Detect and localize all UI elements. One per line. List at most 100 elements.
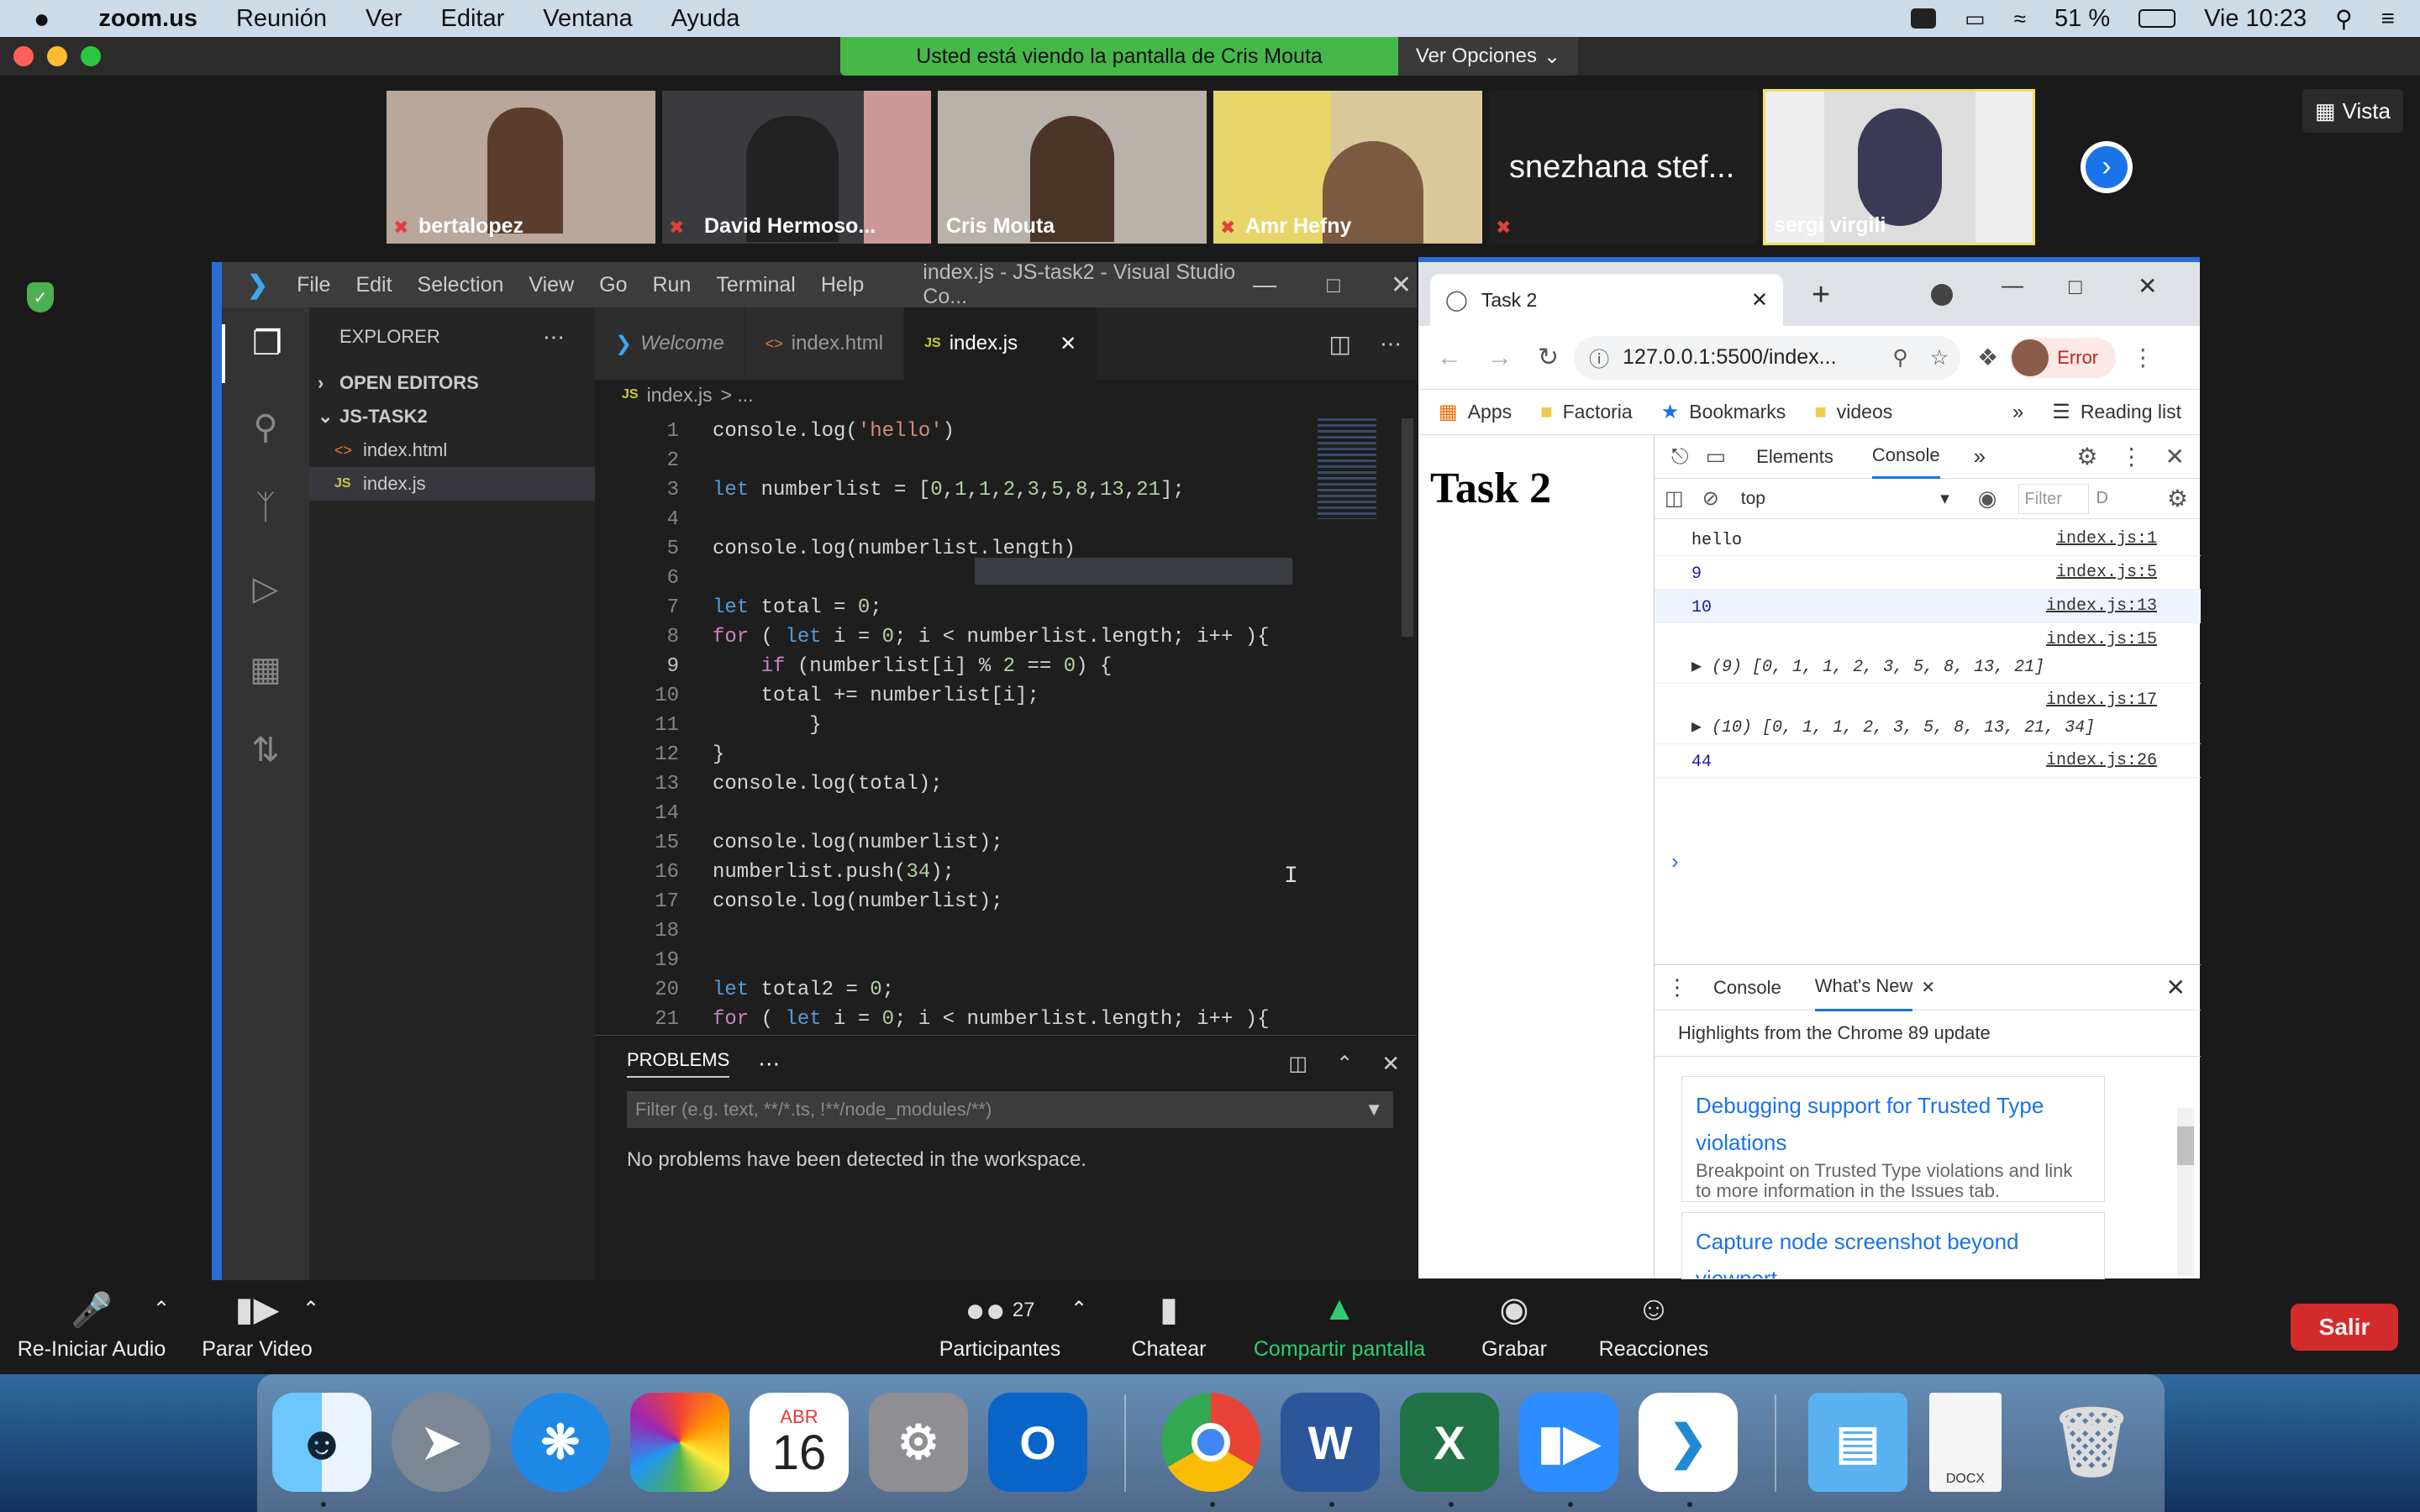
system-preferences-icon[interactable]: ⚙ bbox=[869, 1393, 968, 1492]
extensions-icon[interactable]: ▦ bbox=[222, 650, 309, 689]
minimize-window-button[interactable] bbox=[47, 46, 67, 66]
participant-tile[interactable]: snezhana stef... ✖ bbox=[1489, 91, 1758, 244]
participant-tile[interactable]: Cris Mouta bbox=[938, 91, 1207, 244]
devtools-menu-icon[interactable]: ⋮ bbox=[2120, 443, 2144, 470]
code-line[interactable]: console.log('hello') bbox=[713, 420, 955, 443]
more-tabs-icon[interactable]: » bbox=[1974, 444, 1986, 470]
code-line[interactable]: } bbox=[713, 714, 821, 737]
bookmark-videos[interactable]: videos bbox=[1837, 401, 1892, 423]
tab-elements[interactable]: Elements bbox=[1756, 446, 1833, 468]
downloads-folder-icon[interactable]: ▤ bbox=[1808, 1393, 1907, 1492]
bookmark-star-icon[interactable]: ☆ bbox=[1930, 345, 1949, 370]
close-window-button[interactable] bbox=[13, 46, 34, 66]
editor-scrollbar[interactable] bbox=[1402, 418, 1413, 637]
security-shield-icon[interactable]: ✓ bbox=[27, 282, 54, 312]
explorer-icon[interactable]: ❐ bbox=[222, 324, 309, 383]
battery-icon[interactable] bbox=[2139, 9, 2176, 28]
participant-tile[interactable]: ✖ David Hermoso... bbox=[662, 91, 931, 244]
vscode-menu-file[interactable]: File bbox=[297, 273, 330, 297]
vscode-menu-selection[interactable]: Selection bbox=[418, 273, 504, 297]
calendar-icon[interactable]: ABR 16 bbox=[750, 1393, 849, 1492]
whats-new-card[interactable]: Debugging support for Trusted Type viola… bbox=[1681, 1076, 2105, 1202]
menu-app-name[interactable]: zoom.us bbox=[98, 5, 197, 33]
info-icon[interactable]: ⓘ bbox=[1589, 343, 1609, 372]
zoom-app-icon[interactable]: ▮▶ bbox=[1519, 1393, 1618, 1492]
console-filter-input[interactable]: Filter bbox=[2018, 483, 2090, 514]
menu-reunion[interactable]: Reunión bbox=[236, 5, 327, 33]
back-icon[interactable]: ← bbox=[1437, 344, 1462, 372]
share-screen-button[interactable]: ▲ Compartir pantalla bbox=[1244, 1290, 1435, 1362]
participants-button[interactable]: ●● 27 Participantes bbox=[929, 1290, 1071, 1362]
drawer-tab-console[interactable]: Console bbox=[1713, 977, 1781, 999]
maximize-icon[interactable]: □ bbox=[1327, 272, 1340, 298]
collapse-panel-icon[interactable]: ◫ bbox=[1288, 1052, 1307, 1076]
leave-button[interactable]: Salir bbox=[2291, 1304, 2398, 1351]
chevron-up-icon[interactable]: ⌃ bbox=[1071, 1297, 1087, 1321]
code-line[interactable]: let total2 = 0; bbox=[713, 979, 894, 1001]
vista-button[interactable]: ▦ Vista bbox=[2302, 89, 2403, 133]
console-source-link[interactable]: index.js:17 bbox=[2046, 690, 2157, 710]
tab-index-html[interactable]: <> index.html bbox=[744, 307, 905, 380]
zoom-status-icon[interactable] bbox=[1911, 8, 1937, 29]
drawer-menu-icon[interactable]: ⋮ bbox=[1666, 974, 1688, 1000]
menu-ventana[interactable]: Ventana bbox=[543, 5, 632, 33]
trash-icon[interactable]: 🗑 bbox=[2042, 1393, 2141, 1492]
extensions-icon[interactable]: ❖ bbox=[1977, 344, 1998, 371]
drawer-scrollbar[interactable] bbox=[2177, 1108, 2194, 1276]
docx-file-icon[interactable]: DOCX bbox=[1929, 1393, 2002, 1492]
open-editors-section[interactable]: › OPEN EDITORS bbox=[309, 366, 595, 400]
code-line[interactable]: console.log(numberlist); bbox=[713, 832, 1003, 854]
code-line[interactable]: console.log(numberlist.length) bbox=[713, 538, 1076, 560]
problems-tab[interactable]: PROBLEMS bbox=[627, 1049, 730, 1078]
card-title[interactable]: Capture node screenshot beyond viewport bbox=[1696, 1223, 2091, 1278]
maximize-icon[interactable]: □ bbox=[2069, 274, 2082, 300]
code-line[interactable]: numberlist.push(34); bbox=[713, 861, 955, 884]
excel-icon[interactable]: X bbox=[1400, 1393, 1499, 1492]
console-source-link[interactable]: index.js:1 bbox=[2056, 529, 2157, 549]
scrollbar-thumb[interactable] bbox=[2177, 1126, 2194, 1165]
vscode-menu-terminal[interactable]: Terminal bbox=[716, 273, 795, 297]
close-tab-icon[interactable]: ✕ bbox=[1751, 288, 1768, 312]
tab-index-js[interactable]: JS index.js ✕ bbox=[904, 307, 1098, 380]
code-line[interactable]: total += numberlist[i]; bbox=[713, 685, 1039, 707]
run-debug-icon[interactable]: ▷ bbox=[222, 570, 309, 608]
word-icon[interactable]: W bbox=[1281, 1393, 1380, 1492]
new-tab-icon[interactable]: + bbox=[1812, 277, 1830, 313]
chrome-menu-icon[interactable]: ⋮ bbox=[2131, 344, 2154, 371]
vscode-menu-go[interactable]: Go bbox=[599, 273, 627, 297]
apple-icon[interactable]: ● bbox=[34, 3, 50, 34]
apps-grid-icon[interactable]: ▦ bbox=[1439, 400, 1458, 424]
code-line[interactable]: let numberlist = [0,1,1,2,3,5,8,13,21]; bbox=[713, 479, 1185, 501]
launchpad-icon[interactable]: ➤ bbox=[392, 1393, 491, 1492]
minimap[interactable] bbox=[1318, 418, 1376, 519]
tab-console[interactable]: Console bbox=[1871, 434, 1940, 479]
breadcrumb-file[interactable]: index.js bbox=[647, 384, 713, 407]
clear-console-icon[interactable]: ⊘ bbox=[1702, 486, 1719, 511]
problems-filter[interactable]: Filter (e.g. text, **/*.ts, !**/node_mod… bbox=[627, 1091, 1393, 1128]
reload-icon[interactable]: ↻ bbox=[1538, 343, 1559, 372]
profile-error-button[interactable]: Error bbox=[2010, 337, 2117, 378]
audio-button[interactable]: 🎤 Re-Iniciar Audio bbox=[12, 1290, 171, 1362]
minimize-icon[interactable]: — bbox=[2002, 272, 2023, 298]
chevron-up-icon[interactable]: ⌃ bbox=[302, 1297, 319, 1321]
more-actions-icon[interactable]: ⋯ bbox=[1380, 331, 1402, 357]
close-icon[interactable]: ✕ bbox=[1391, 270, 1412, 300]
code-line[interactable]: console.log(total); bbox=[713, 773, 943, 795]
minimize-icon[interactable]: — bbox=[1253, 271, 1276, 298]
menu-ayuda[interactable]: Ayuda bbox=[671, 5, 740, 33]
console-source-link[interactable]: index.js:15 bbox=[2046, 630, 2157, 649]
close-icon[interactable]: ✕ bbox=[2138, 272, 2157, 300]
vscode-app-icon[interactable]: ❯ bbox=[1639, 1393, 1738, 1492]
chrome-icon[interactable] bbox=[1161, 1393, 1260, 1492]
chevron-up-icon[interactable]: ⌃ bbox=[153, 1297, 170, 1321]
menu-editar[interactable]: Editar bbox=[441, 5, 505, 33]
console-source-link[interactable]: index.js:13 bbox=[2046, 596, 2157, 616]
context-select[interactable]: top ▾ bbox=[1741, 488, 1949, 509]
safari-icon[interactable]: ❋ bbox=[511, 1393, 610, 1492]
bookmark-factoria[interactable]: Factoria bbox=[1563, 401, 1633, 423]
view-options-button[interactable]: Ver Opciones ⌄ bbox=[1398, 37, 1578, 76]
code-editor[interactable]: 1 console.log('hello') 2 3 let numberlist = … bbox=[595, 410, 1417, 1035]
inspect-element-icon[interactable]: ⎋ bbox=[1671, 444, 1689, 470]
reading-list[interactable]: Reading list bbox=[2081, 401, 2181, 423]
console-row[interactable]: ▶ (9) [0, 1, 1, 2, 3, 5, 8, 13, 21] index… bbox=[1655, 623, 2201, 684]
